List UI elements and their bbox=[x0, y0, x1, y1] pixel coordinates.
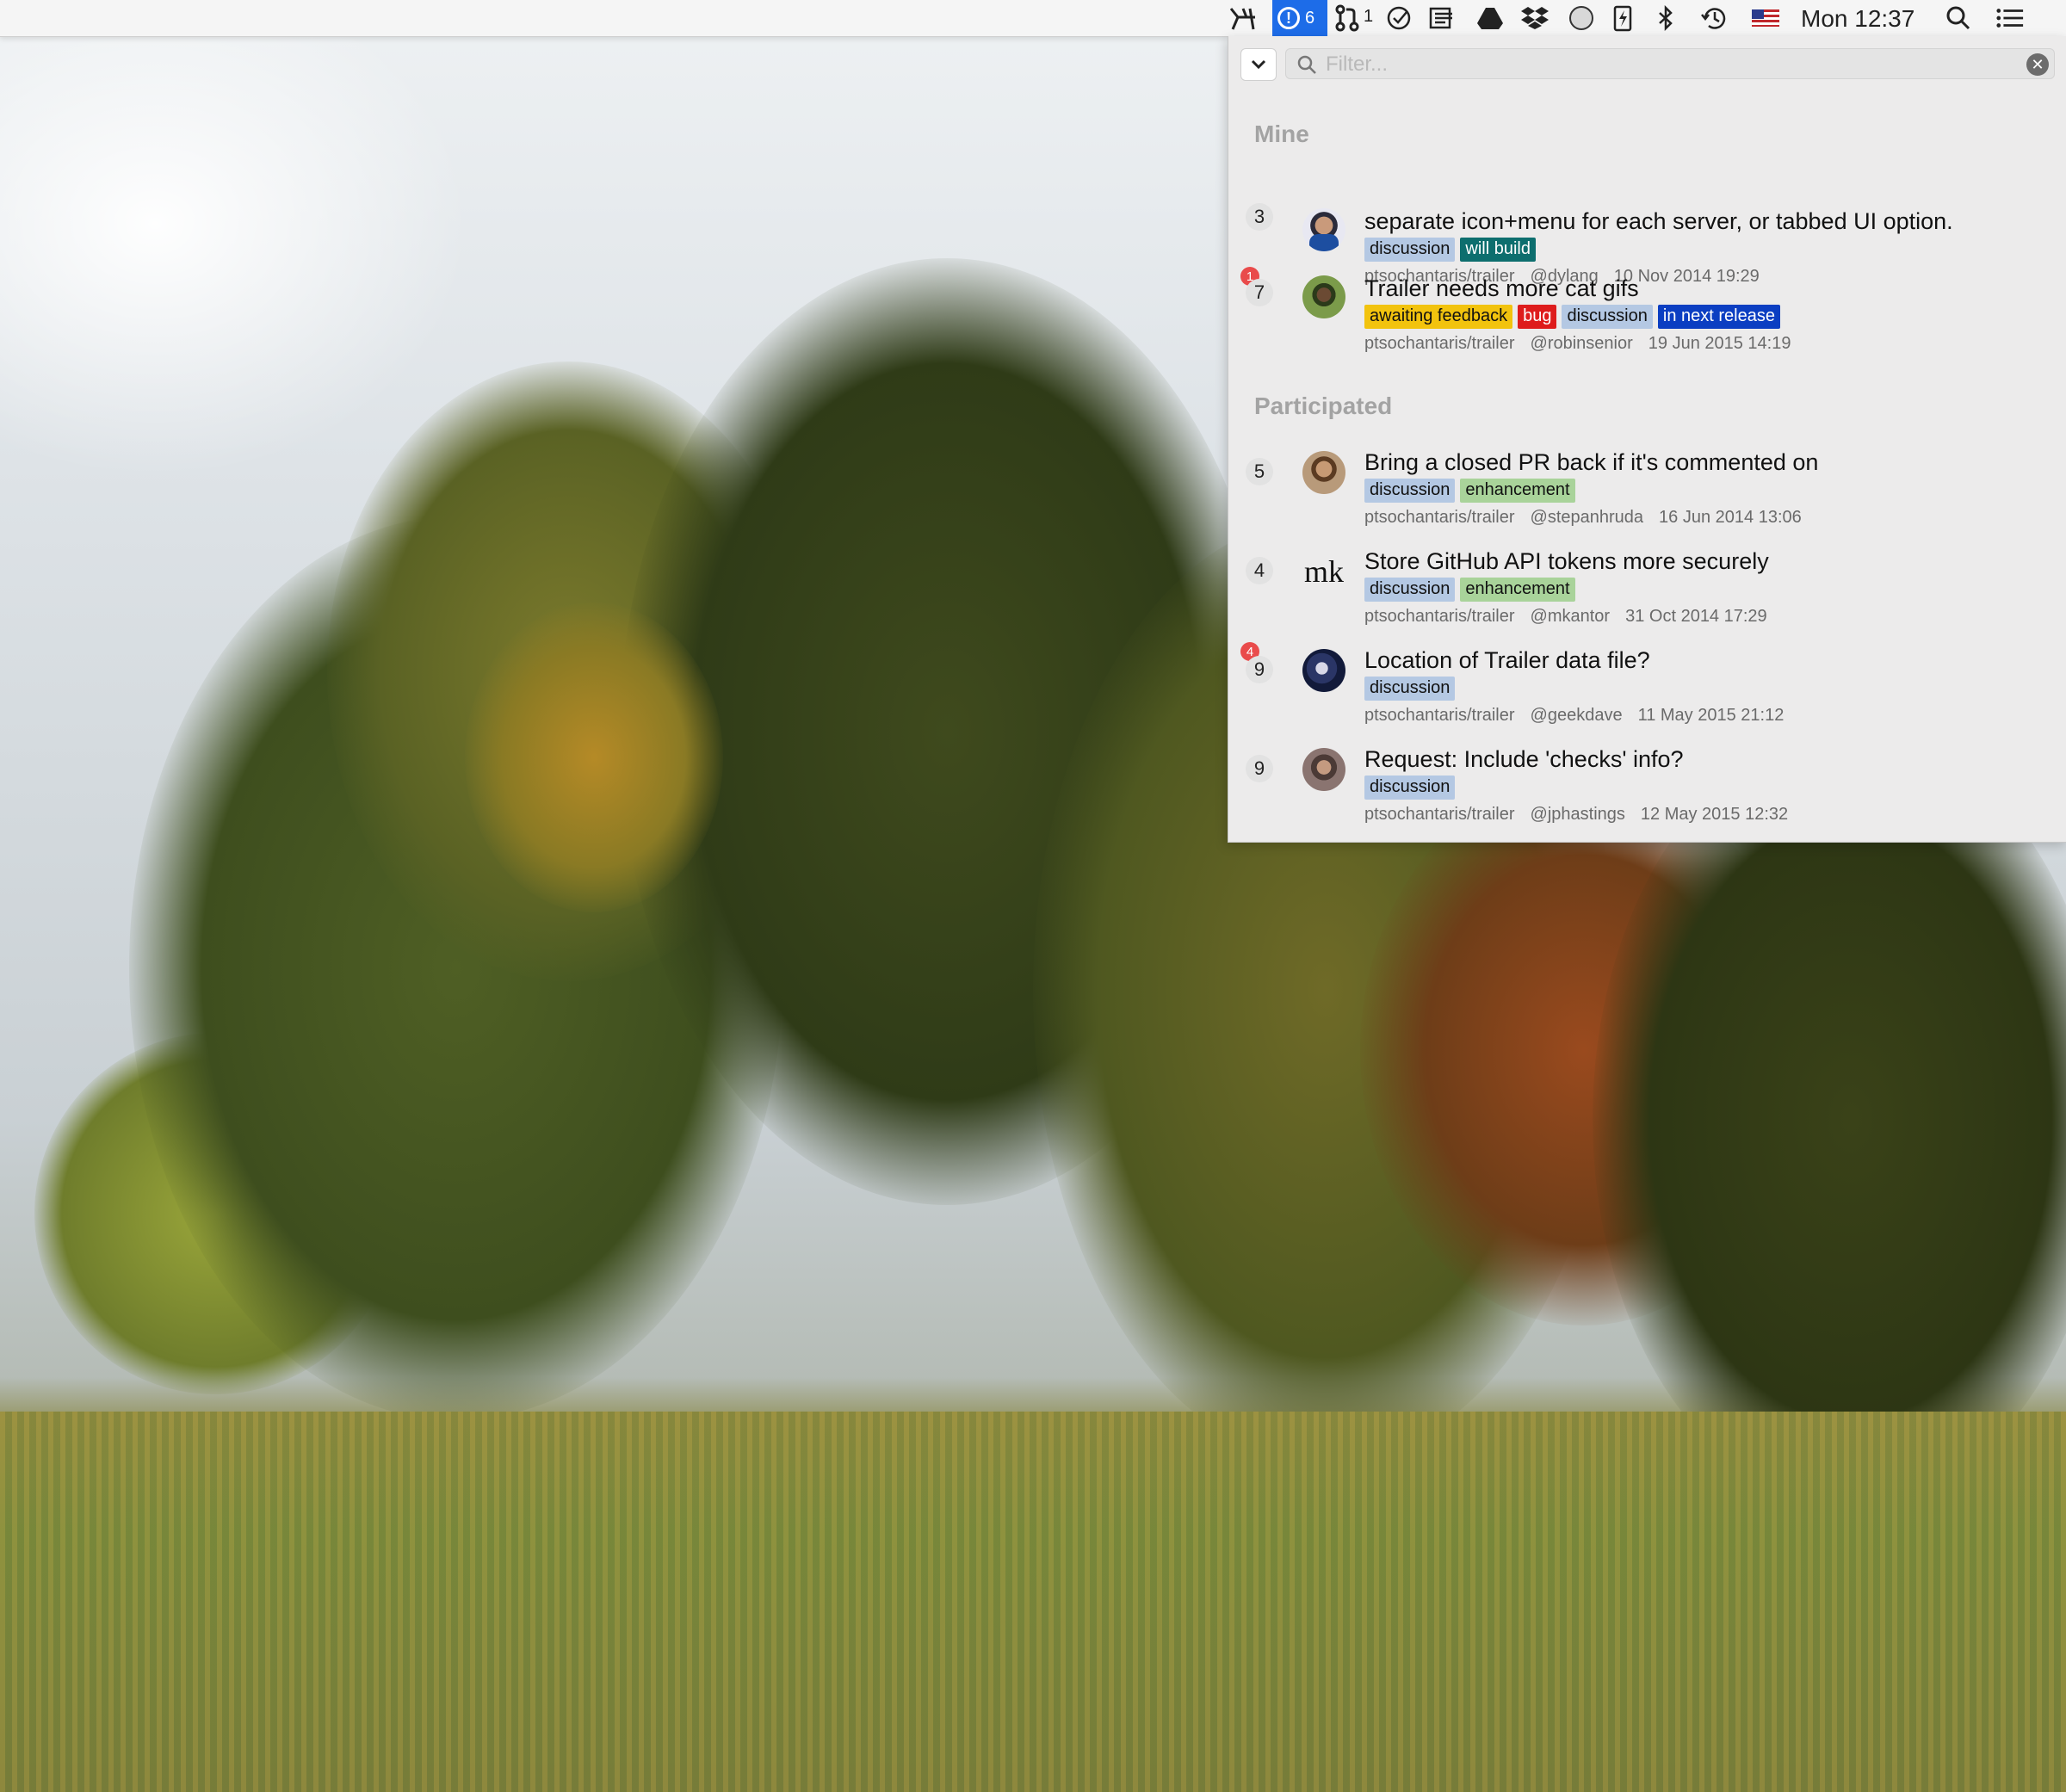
issue-icon: ! bbox=[1277, 7, 1300, 29]
label-discussion: discussion bbox=[1364, 578, 1456, 602]
section-title-participated: Participated bbox=[1254, 392, 1393, 419]
avatar bbox=[1302, 275, 1345, 318]
item-date: 31 Oct 2014 17:29 bbox=[1625, 607, 1767, 626]
item-author: @jphastings bbox=[1530, 805, 1625, 824]
trailer-popup-panel: ✕ Mine 3 separate icon+menu for each ser… bbox=[1228, 36, 2066, 843]
avatar bbox=[1302, 649, 1345, 692]
trailer-app-icon[interactable] bbox=[1229, 3, 1259, 33]
label-discussion: discussion bbox=[1364, 238, 1456, 262]
comment-count-badge: 5 bbox=[1246, 458, 1273, 485]
item-author: @mkantor bbox=[1530, 607, 1611, 626]
item-date: 12 May 2015 12:32 bbox=[1640, 805, 1789, 824]
list-item[interactable]: 9 Request: Include 'checks' info? discus… bbox=[1228, 738, 2066, 832]
label-list: discussion enhancement bbox=[1364, 578, 1575, 602]
avatar bbox=[1302, 748, 1345, 791]
list-item[interactable]: 4 mk Store GitHub API tokens more secure… bbox=[1228, 540, 2066, 634]
label-list: discussion enhancement bbox=[1364, 479, 1575, 503]
label-list: discussion will build bbox=[1364, 238, 1536, 262]
item-meta: ptsochantaris/trailer @geekdave 11 May 2… bbox=[1364, 706, 1784, 726]
item-title[interactable]: Trailer needs more cat gifs bbox=[1364, 275, 1639, 302]
comment-count-badge: 7 bbox=[1246, 279, 1273, 306]
checkmark-circle-icon[interactable] bbox=[1384, 3, 1413, 33]
spotlight-search-icon[interactable] bbox=[1944, 3, 1973, 33]
item-title[interactable]: Bring a closed PR back if it's commented… bbox=[1364, 449, 1818, 476]
reader-icon[interactable] bbox=[1427, 3, 1457, 33]
filter-input[interactable] bbox=[1324, 49, 1999, 80]
battery-charging-icon[interactable] bbox=[1608, 3, 1637, 33]
menu-bar: ! 6 1 Mon 12:37 bbox=[0, 0, 2066, 37]
item-title[interactable]: Request: Include 'checks' info? bbox=[1364, 746, 1684, 773]
item-author: @geekdave bbox=[1530, 706, 1623, 725]
label-discussion: discussion bbox=[1562, 305, 1653, 329]
label-enhancement: enhancement bbox=[1460, 479, 1575, 503]
item-meta: ptsochantaris/trailer @jphastings 12 May… bbox=[1364, 805, 1788, 825]
label-in-next-release: in next release bbox=[1657, 305, 1780, 329]
item-date: 19 Jun 2015 14:19 bbox=[1648, 334, 1791, 353]
list-item[interactable]: 4 9 Location of Trailer data file? discu… bbox=[1228, 639, 2066, 733]
clear-filter-icon[interactable]: ✕ bbox=[2026, 53, 2049, 76]
time-machine-icon[interactable] bbox=[1699, 3, 1729, 33]
comment-count-badge: 9 bbox=[1246, 755, 1273, 782]
item-meta: ptsochantaris/trailer @robinsenior 19 Ju… bbox=[1364, 334, 1791, 354]
item-repo: ptsochantaris/trailer bbox=[1364, 508, 1515, 527]
item-repo: ptsochantaris/trailer bbox=[1364, 706, 1515, 725]
notification-center-icon[interactable] bbox=[1995, 3, 2025, 33]
label-enhancement: enhancement bbox=[1460, 578, 1575, 602]
filter-field[interactable]: ✕ bbox=[1285, 48, 2055, 80]
item-author: @robinsenior bbox=[1530, 334, 1633, 353]
item-title[interactable]: Location of Trailer data file? bbox=[1364, 647, 1650, 674]
label-list: discussion bbox=[1364, 677, 1456, 701]
list-item[interactable]: 3 separate icon+menu for each server, or… bbox=[1228, 169, 2066, 286]
item-title[interactable]: Store GitHub API tokens more securely bbox=[1364, 548, 1769, 575]
comment-count-badge: 3 bbox=[1246, 203, 1273, 231]
search-icon bbox=[1297, 55, 1316, 74]
label-discussion: discussion bbox=[1364, 479, 1456, 503]
chevron-down-icon bbox=[1251, 59, 1266, 70]
item-date: 16 Jun 2014 13:06 bbox=[1659, 508, 1802, 527]
avatar: mk bbox=[1303, 554, 1344, 589]
item-author: @stepanhruda bbox=[1530, 508, 1644, 527]
comment-count-badge: 9 bbox=[1246, 656, 1273, 683]
avatar bbox=[1302, 208, 1345, 251]
bluetooth-icon[interactable] bbox=[1651, 3, 1680, 33]
label-list: awaiting feedback bug discussion in next… bbox=[1364, 305, 1780, 329]
issues-count: 6 bbox=[1305, 8, 1315, 28]
label-awaiting-feedback: awaiting feedback bbox=[1364, 305, 1513, 329]
label-bug: bug bbox=[1518, 305, 1557, 329]
menubar-clock[interactable]: Mon 12:37 bbox=[1801, 5, 1914, 33]
section-title-mine: Mine bbox=[1254, 120, 1309, 147]
label-will-build: will build bbox=[1460, 238, 1536, 262]
leaf-covered-field bbox=[0, 1412, 2066, 1792]
pull-request-count: 1 bbox=[1364, 7, 1374, 26]
label-discussion: discussion bbox=[1364, 776, 1456, 800]
item-meta: ptsochantaris/trailer @mkantor 31 Oct 20… bbox=[1364, 607, 1767, 627]
item-meta: ptsochantaris/trailer @stepanhruda 16 Ju… bbox=[1364, 508, 1802, 528]
item-repo: ptsochantaris/trailer bbox=[1364, 805, 1515, 824]
item-repo: ptsochantaris/trailer bbox=[1364, 334, 1515, 353]
item-repo: ptsochantaris/trailer bbox=[1364, 607, 1515, 626]
dropbox-icon[interactable] bbox=[1520, 3, 1550, 33]
circle-status-icon[interactable] bbox=[1567, 3, 1596, 33]
label-list: discussion bbox=[1364, 776, 1456, 800]
item-title[interactable]: separate icon+menu for each server, or t… bbox=[1364, 208, 1953, 235]
label-discussion: discussion bbox=[1364, 677, 1456, 701]
comment-count-badge: 4 bbox=[1246, 557, 1273, 584]
list-item[interactable]: 5 Bring a closed PR back if it's comment… bbox=[1228, 441, 2066, 535]
us-flag-input-icon[interactable] bbox=[1751, 3, 1780, 33]
pull-request-icon[interactable] bbox=[1333, 3, 1362, 33]
issues-menu-item[interactable]: ! 6 bbox=[1272, 0, 1327, 36]
google-drive-icon[interactable] bbox=[1475, 3, 1505, 33]
list-item[interactable]: 1 7 Trailer needs more cat gifs awaiting… bbox=[1228, 267, 2066, 361]
item-date: 11 May 2015 21:12 bbox=[1637, 706, 1785, 725]
options-dropdown-button[interactable] bbox=[1240, 48, 1277, 81]
avatar bbox=[1302, 451, 1345, 494]
